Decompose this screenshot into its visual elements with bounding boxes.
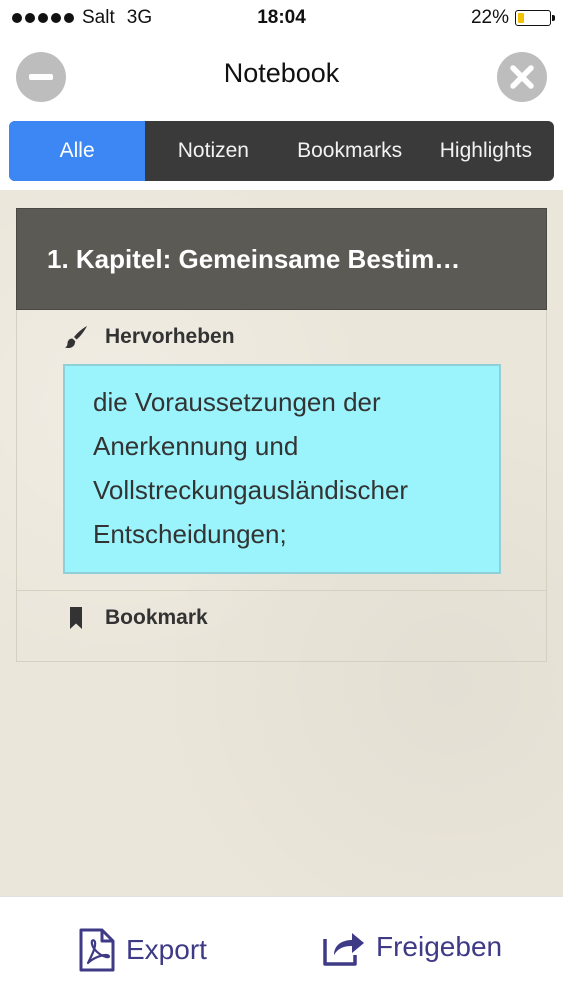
tab-notes[interactable]: Notizen <box>145 121 281 181</box>
highlight-line: Anerkennung und <box>93 431 299 461</box>
brush-icon <box>63 324 89 350</box>
highlight-line: Vollstreckungausländischer <box>93 475 409 505</box>
page-title: Notebook <box>223 58 340 88</box>
highlight-entry[interactable]: Hervorheben die Voraussetzungen der Aner… <box>17 310 546 590</box>
export-label: Export <box>126 934 207 965</box>
close-icon <box>510 65 534 89</box>
tab-all[interactable]: Alle <box>9 121 146 181</box>
entry-type-row: Hervorheben <box>17 310 546 364</box>
pdf-export-icon <box>78 927 116 973</box>
filter-tabs: Alle Notizen Bookmarks Highlights <box>9 121 554 181</box>
battery-percent: 22% <box>470 7 509 28</box>
tab-bookmarks[interactable]: Bookmarks <box>282 121 418 181</box>
highlight-line: Entscheidungen; <box>93 519 287 549</box>
close-button[interactable] <box>497 52 547 102</box>
notebook-content[interactable]: 1. Kapitel: Gemeinsame Bestim… Hervorheb… <box>0 190 563 896</box>
nav-bar: Notebook <box>0 36 563 113</box>
entry-type-row: Bookmark <box>17 591 546 645</box>
export-button[interactable]: Export <box>78 927 207 973</box>
share-button[interactable]: Freigeben <box>322 927 502 967</box>
bottom-toolbar: Export Freigeben <box>0 896 563 1001</box>
chapter-entries: Hervorheben die Voraussetzungen der Aner… <box>16 310 547 662</box>
status-right: 22% <box>470 7 555 29</box>
chapter-title[interactable]: 1. Kapitel: Gemeinsame Bestim… <box>16 208 547 310</box>
entry-type-label: Hervorheben <box>105 325 235 348</box>
entry-type-label: Bookmark <box>105 606 208 629</box>
tab-highlights[interactable]: Highlights <box>418 121 554 181</box>
filter-tabs-area: Alle Notizen Bookmarks Highlights <box>0 112 563 190</box>
share-icon <box>322 927 366 967</box>
battery-icon <box>515 10 555 26</box>
highlight-line: die Voraussetzungen der <box>93 387 381 417</box>
chapter-card: 1. Kapitel: Gemeinsame Bestim… Hervorheb… <box>16 208 547 662</box>
bookmark-icon <box>63 605 89 631</box>
bookmark-entry[interactable]: Bookmark <box>17 590 546 661</box>
share-label: Freigeben <box>376 931 503 962</box>
battery-level <box>518 13 524 23</box>
status-bar: Salt 3G 18:04 22% <box>0 0 563 36</box>
highlighted-text[interactable]: die Voraussetzungen der Anerkennung und … <box>63 364 501 574</box>
